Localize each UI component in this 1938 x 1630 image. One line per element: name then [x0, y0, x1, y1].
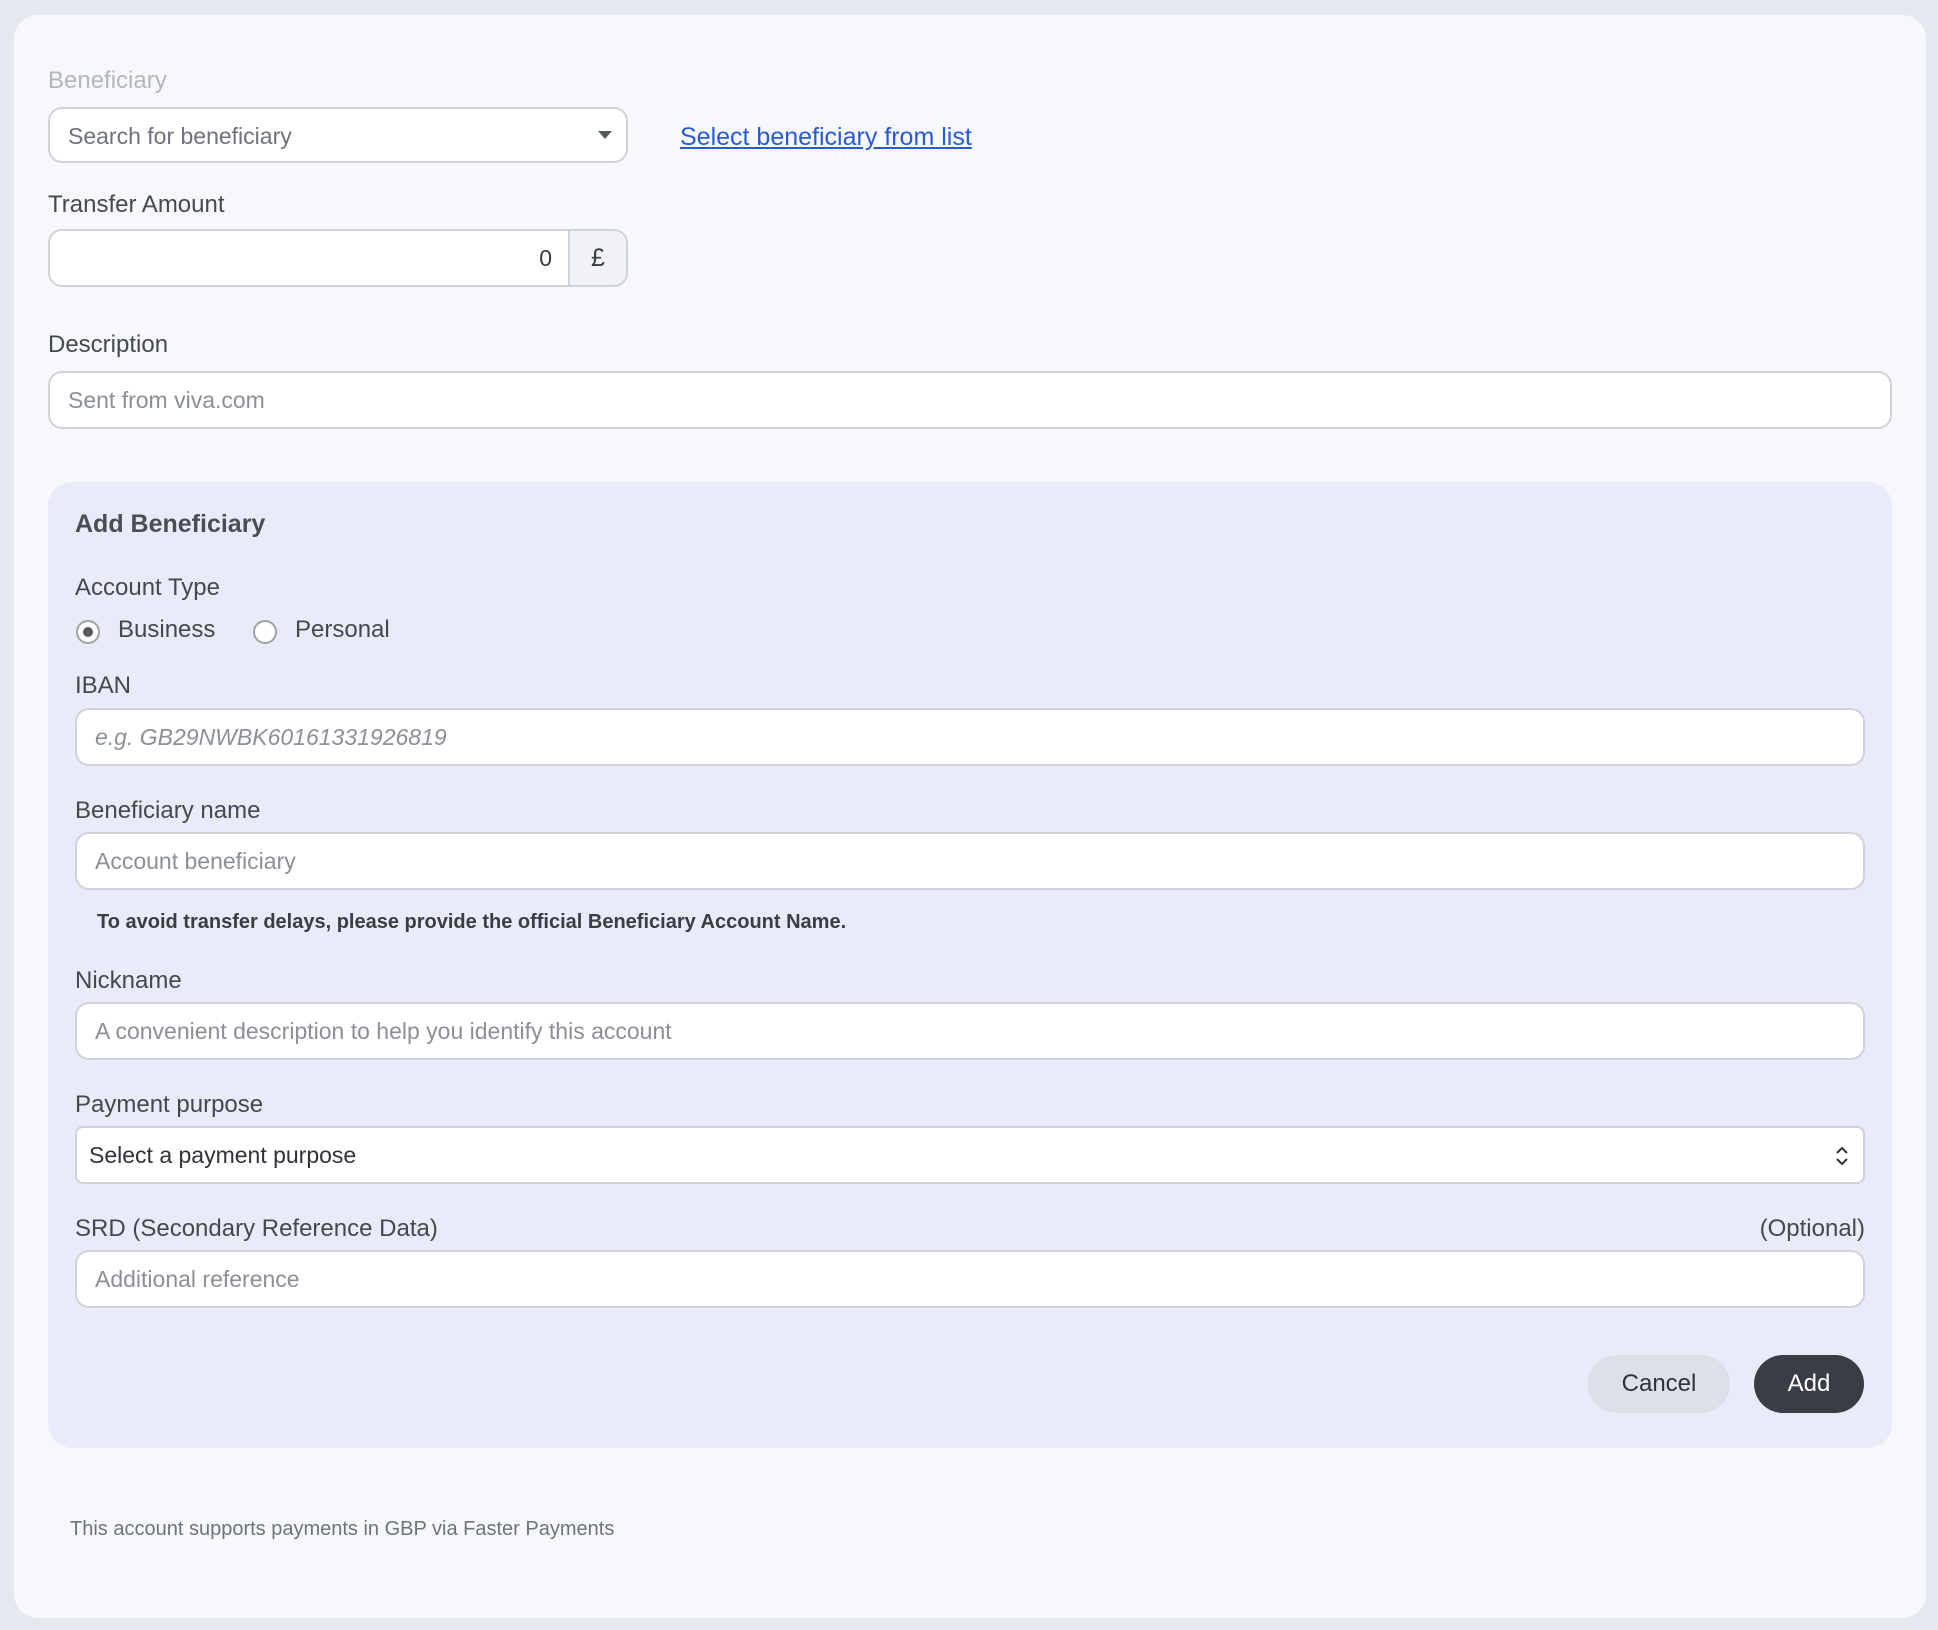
transfer-amount-label: Transfer Amount	[48, 191, 225, 218]
beneficiary-name-label: Beneficiary name	[75, 797, 261, 824]
add-beneficiary-title: Add Beneficiary	[75, 510, 266, 538]
radio-business-label[interactable]: Business	[118, 616, 215, 644]
currency-addon: £	[568, 231, 626, 285]
payment-purpose-select[interactable]: Select a payment purpose	[75, 1126, 1865, 1184]
srd-label: SRD (Secondary Reference Data)	[75, 1215, 438, 1242]
payment-purpose-label: Payment purpose	[75, 1091, 264, 1118]
nickname-input[interactable]	[75, 1002, 1865, 1060]
iban-label: IBAN	[75, 672, 132, 699]
add-button[interactable]: Add	[1754, 1355, 1864, 1413]
radio-personal-label[interactable]: Personal	[295, 616, 390, 644]
beneficiary-name-input[interactable]	[75, 832, 1865, 890]
cancel-button[interactable]: Cancel	[1588, 1355, 1730, 1413]
beneficiary-label: Beneficiary	[48, 67, 167, 94]
description-input[interactable]	[48, 371, 1892, 429]
radio-personal[interactable]	[253, 620, 277, 644]
account-type-label: Account Type	[75, 574, 220, 601]
nickname-label: Nickname	[75, 967, 182, 994]
transfer-amount-group: £	[48, 229, 628, 287]
transfer-amount-input[interactable]	[50, 231, 570, 285]
add-beneficiary-panel: Add Beneficiary Account Type Business Pe…	[48, 482, 1892, 1448]
description-label: Description	[48, 331, 169, 358]
chevron-down-icon	[598, 131, 612, 139]
payment-purpose-selected: Select a payment purpose	[89, 1142, 357, 1168]
beneficiary-search-placeholder: Search for beneficiary	[68, 123, 292, 149]
up-down-chevron-icon	[1836, 1146, 1848, 1166]
transfer-form-card: Beneficiary Search for beneficiary Selec…	[14, 15, 1926, 1618]
beneficiary-search-select[interactable]: Search for beneficiary	[48, 107, 628, 163]
select-beneficiary-from-list-link[interactable]: Select beneficiary from list	[680, 123, 972, 152]
iban-input[interactable]	[75, 708, 1865, 766]
srd-input[interactable]	[75, 1250, 1865, 1308]
faster-payments-note: This account supports payments in GBP vi…	[70, 1518, 615, 1540]
radio-business[interactable]	[76, 620, 100, 644]
beneficiary-name-helper: To avoid transfer delays, please provide…	[97, 911, 847, 933]
srd-optional-tag: (Optional)	[1759, 1215, 1865, 1242]
